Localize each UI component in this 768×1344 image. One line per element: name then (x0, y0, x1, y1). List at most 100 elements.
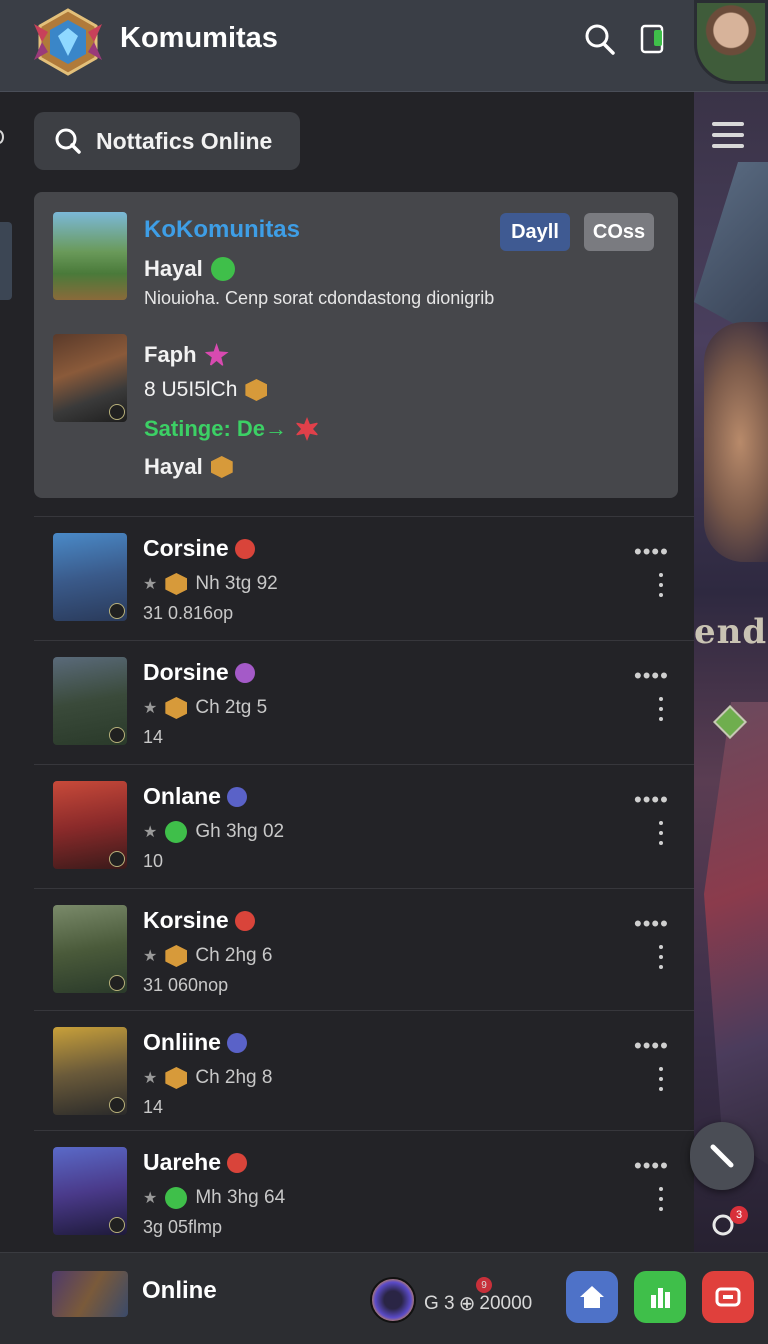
item-thumbnail[interactable] (53, 1147, 127, 1235)
status-icon (226, 786, 247, 807)
member-status: Satinge: De→ (144, 416, 288, 441)
more-options-icon[interactable]: •••• (634, 1153, 669, 1179)
item-name: Corsine (143, 535, 229, 561)
stats-button[interactable] (634, 1271, 686, 1323)
kebab-menu-icon[interactable] (658, 945, 664, 969)
more-options-icon[interactable]: •••• (634, 911, 669, 937)
home-button[interactable] (566, 1271, 618, 1323)
list-item[interactable]: Onlane ★ Gh 3hg 02 10 •••• (34, 764, 694, 886)
more-options-icon[interactable]: •••• (634, 1033, 669, 1059)
member-thumbnail[interactable] (53, 334, 127, 422)
app-title: Komumitas (120, 22, 278, 54)
item-thumbnail[interactable] (53, 657, 127, 745)
item-name: Dorsine (143, 659, 229, 685)
item-sub: 31 0.816op (143, 603, 234, 623)
item-name-row: Korsine (143, 907, 255, 934)
item-name-row: Uarehe (143, 1149, 247, 1176)
hero-face-art (704, 322, 768, 562)
status-icon (234, 662, 255, 683)
star-icon: ★ (143, 700, 158, 717)
day-tag-button[interactable]: Dayll (500, 213, 570, 251)
bottom-label[interactable]: Online (142, 1277, 217, 1305)
phone-notification-icon[interactable] (638, 22, 670, 56)
kebab-menu-icon[interactable] (658, 1067, 664, 1091)
badge-icon (109, 851, 125, 867)
rail-indicator-icon[interactable] (0, 130, 4, 144)
status-icon (226, 1152, 247, 1173)
left-rail (0, 92, 14, 1252)
score-display: G 3 ⊕ 20000 9 (424, 1277, 532, 1316)
kebab-menu-icon[interactable] (658, 573, 664, 597)
star-icon: ★ (143, 1070, 158, 1087)
item-name: Korsine (143, 907, 229, 933)
item-name-row: Dorsine (143, 659, 255, 686)
screen-icon (715, 1287, 741, 1307)
bottom-bar: Online G 3 ⊕ 20000 9 (0, 1252, 768, 1344)
list-item[interactable]: Dorsine ★ Ch 2tg 5 14 •••• (34, 640, 694, 762)
star-icon: ★ (143, 948, 158, 965)
item-sub: 14 (143, 1097, 164, 1117)
close-tag-button[interactable]: COss (584, 213, 654, 251)
item-thumbnail[interactable] (53, 781, 127, 869)
rank-hex-icon (165, 1067, 188, 1089)
item-name: Onliine (143, 1029, 221, 1055)
menu-icon[interactable] (712, 122, 744, 148)
burst-icon (295, 417, 320, 441)
member-footer-row: Hayal (144, 454, 233, 480)
item-name: Uarehe (143, 1149, 221, 1175)
more-options-icon[interactable]: •••• (634, 663, 669, 689)
community-thumbnail[interactable] (53, 212, 127, 300)
featured-community-card[interactable]: KoKomunitas Dayll COss Hayal Niouioha. C… (34, 192, 678, 498)
entry-name: Hayal (144, 256, 203, 281)
chart-bars-icon (651, 1288, 670, 1308)
search-icon[interactable] (584, 22, 616, 56)
star-badge-icon (204, 343, 229, 367)
more-options-icon[interactable]: •••• (634, 787, 669, 813)
rank-hex-icon (165, 697, 188, 719)
score-badge: 9 (476, 1277, 492, 1293)
item-meta: Gh 3hg 02 (195, 821, 285, 842)
online-status-icon (210, 257, 235, 281)
rail-tab[interactable] (0, 222, 12, 300)
more-options-icon[interactable]: •••• (634, 539, 669, 565)
list-item[interactable]: Uarehe ★ Mh 3hg 64 3g 05flmp •••• (34, 1130, 694, 1252)
item-sub: 10 (143, 851, 164, 871)
kebab-menu-icon[interactable] (658, 1187, 664, 1211)
item-sub: 31 060nop (143, 975, 229, 995)
item-sub: 14 (143, 727, 164, 747)
badge-icon (109, 975, 125, 991)
featured-description: Niouioha. Cenp sorat cdondastong dionigr… (144, 288, 495, 308)
notifications-online-chip[interactable]: Nottafics Online (34, 112, 300, 170)
user-avatar[interactable] (694, 0, 768, 84)
rank-hex-icon (210, 456, 233, 478)
item-thumbnail[interactable] (53, 905, 127, 993)
item-meta-row: ★ Ch 2tg 5 (143, 697, 267, 719)
currency-coin-icon[interactable] (370, 1277, 416, 1323)
plus-circle-icon: ⊕ (458, 1293, 476, 1315)
notification-count-badge: 3 (730, 1206, 748, 1224)
item-thumbnail[interactable] (53, 533, 127, 621)
kebab-menu-icon[interactable] (658, 821, 664, 845)
score-prefix: G 3 (424, 1292, 455, 1314)
home-icon (580, 1286, 604, 1308)
item-meta-row: ★ Gh 3hg 02 (143, 821, 284, 843)
video-button[interactable] (702, 1271, 754, 1323)
online-status-icon (165, 1187, 188, 1209)
notification-float[interactable]: 3 (710, 1206, 748, 1238)
item-thumbnail[interactable] (53, 1027, 127, 1115)
app-logo-icon (34, 8, 102, 76)
status-icon (234, 910, 255, 931)
list-item[interactable]: Corsine ★ Nh 3tg 92 31 0.816op •••• (34, 516, 694, 638)
online-thumbnail[interactable] (52, 1271, 128, 1317)
item-meta: Ch 2hg 8 (195, 1067, 273, 1088)
edit-fab-button[interactable] (690, 1122, 754, 1190)
featured-entry-name: Hayal (144, 256, 235, 282)
list-item[interactable]: Korsine ★ Ch 2hg 6 31 060nop •••• (34, 888, 694, 1010)
featured-title[interactable]: KoKomunitas (144, 216, 300, 244)
item-meta: Ch 2tg 5 (195, 697, 268, 718)
kebab-menu-icon[interactable] (658, 697, 664, 721)
rank-hex-icon (245, 379, 268, 401)
member-meta-row: 8 U5I5lCh (144, 378, 268, 402)
member-meta: 8 U5I5lCh (144, 378, 238, 401)
list-item[interactable]: Onliine ★ Ch 2hg 8 14 •••• (34, 1010, 694, 1132)
